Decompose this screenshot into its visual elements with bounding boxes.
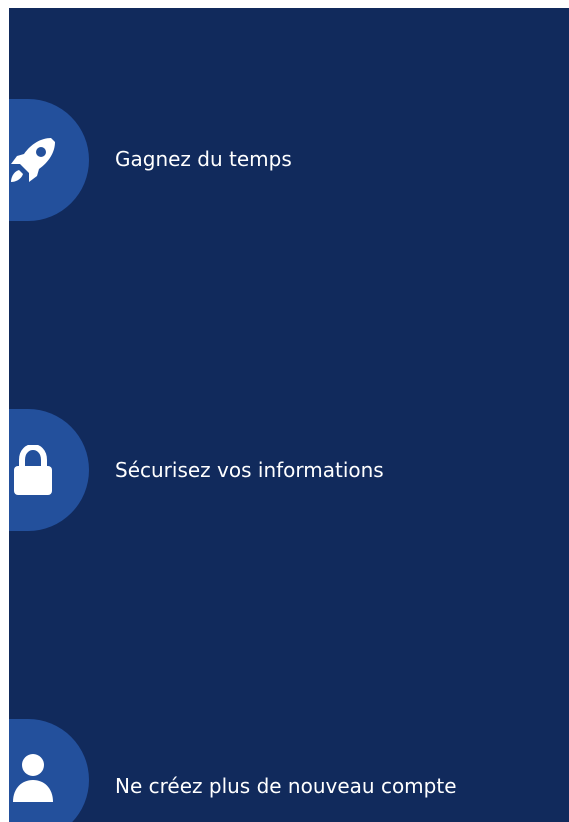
feature-no-new-account: Ne créez plus de nouveau compte: [9, 719, 569, 822]
feature-icon-circle: [9, 719, 89, 822]
feature-icon-circle: [9, 409, 89, 531]
rocket-icon: [9, 134, 59, 186]
lock-icon: [9, 445, 61, 497]
feature-label: Sécurisez vos informations: [115, 458, 384, 482]
user-icon: [11, 752, 63, 804]
feature-label: Ne créez plus de nouveau compte: [115, 774, 457, 798]
feature-label: Gagnez du temps: [115, 147, 292, 171]
benefits-panel: Gagnez du temps Sécurisez vos informatio…: [9, 8, 569, 822]
feature-save-time: Gagnez du temps: [9, 99, 569, 221]
feature-icon-circle: [9, 99, 89, 221]
feature-secure-info: Sécurisez vos informations: [9, 409, 569, 531]
